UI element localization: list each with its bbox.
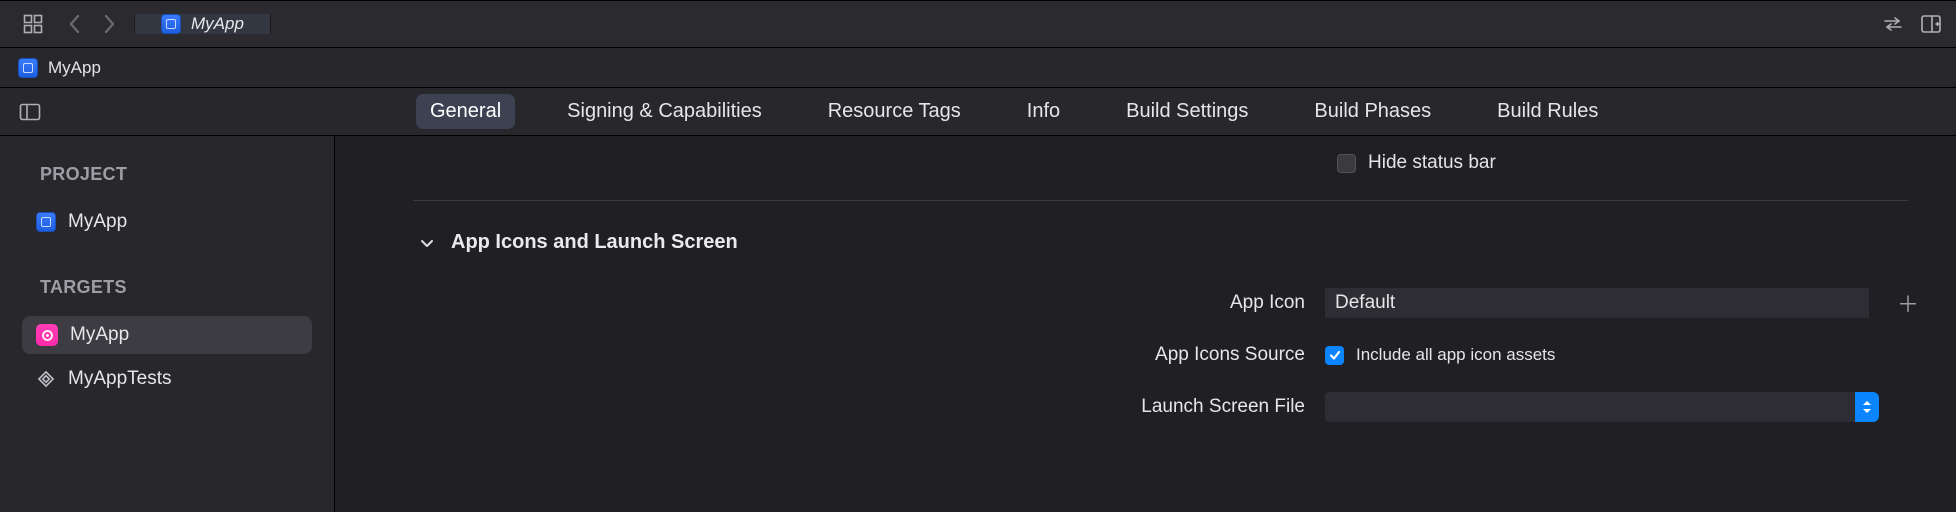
app-icons-source-row: App Icons Source Include all app icon as… [335,344,1956,366]
app-icon-input[interactable] [1325,288,1869,318]
tab-build-rules[interactable]: Build Rules [1483,94,1612,129]
sidebar-item-label: MyApp [70,324,129,346]
launch-screen-combo [1325,392,1879,422]
add-editor-icon[interactable] [1920,14,1942,34]
chevron-down-icon [419,234,437,252]
back-button[interactable] [58,0,92,48]
adjust-editors-icon[interactable] [1882,15,1904,33]
section-header-app-icons[interactable]: App Icons and Launch Screen [419,231,1956,254]
sidebar-heading-project: PROJECT [22,164,312,185]
launch-screen-label: Launch Screen File [335,396,1325,418]
project-icon [161,14,181,34]
settings-tabs: General Signing & Capabilities Resource … [416,94,1612,129]
sidebar-project-item[interactable]: MyApp [22,203,312,241]
tab-build-settings[interactable]: Build Settings [1112,94,1262,129]
test-target-icon [36,369,56,389]
sidebar-item-label: MyAppTests [68,368,171,390]
hide-status-bar-checkbox[interactable] [1337,154,1356,173]
editor-tab-label: MyApp [191,14,244,34]
sidebar-target-myapp[interactable]: MyApp [22,316,312,354]
sidebar-target-myapptests[interactable]: MyAppTests [22,360,312,398]
include-all-label: Include all app icon assets [1356,345,1555,365]
tab-build-phases[interactable]: Build Phases [1300,94,1445,129]
nav-button-group [58,0,126,48]
breadcrumb-title[interactable]: MyApp [48,58,101,78]
project-sidebar: PROJECT MyApp TARGETS MyApp MyAppTests [0,136,335,512]
settings-tab-bar: General Signing & Capabilities Resource … [0,88,1956,136]
top-toolbar: MyApp [0,0,1956,48]
toolbar-left-group: MyApp [0,1,271,47]
section-title: App Icons and Launch Screen [451,231,738,254]
tab-signing[interactable]: Signing & Capabilities [553,94,776,129]
section-divider [413,200,1908,201]
project-icon [36,212,56,232]
app-icon-label: App Icon [335,292,1325,314]
forward-button[interactable] [92,0,126,48]
app-target-icon [36,324,58,346]
hide-status-bar-row: Hide status bar [1337,152,1956,174]
project-icon [18,58,38,78]
sidebar-heading-targets: TARGETS [22,277,312,298]
launch-screen-dropdown-button[interactable] [1855,392,1879,422]
tab-info[interactable]: Info [1013,94,1074,129]
include-all-checkbox[interactable] [1325,346,1344,365]
tab-resource-tags[interactable]: Resource Tags [814,94,975,129]
content-pane: Hide status bar App Icons and Launch Scr… [335,136,1956,512]
app-icons-source-label: App Icons Source [335,344,1325,366]
editor-tab-strip: MyApp [134,14,271,34]
toolbar-right-group [1882,1,1956,47]
main-area: PROJECT MyApp TARGETS MyApp MyAppTests [0,136,1956,512]
launch-screen-input[interactable] [1325,392,1855,422]
library-icon[interactable] [14,0,52,48]
editor-tab-myapp[interactable]: MyApp [134,14,271,34]
sidebar-toggle-icon[interactable] [14,103,46,121]
launch-screen-row: Launch Screen File [335,392,1956,422]
tab-general[interactable]: General [416,94,515,129]
add-app-icon-button[interactable]: ＋ [1895,290,1921,316]
sidebar-item-label: MyApp [68,211,127,233]
hide-status-bar-label: Hide status bar [1368,152,1496,174]
breadcrumb: MyApp [0,48,1956,88]
app-icon-row: App Icon ＋ [335,288,1956,318]
